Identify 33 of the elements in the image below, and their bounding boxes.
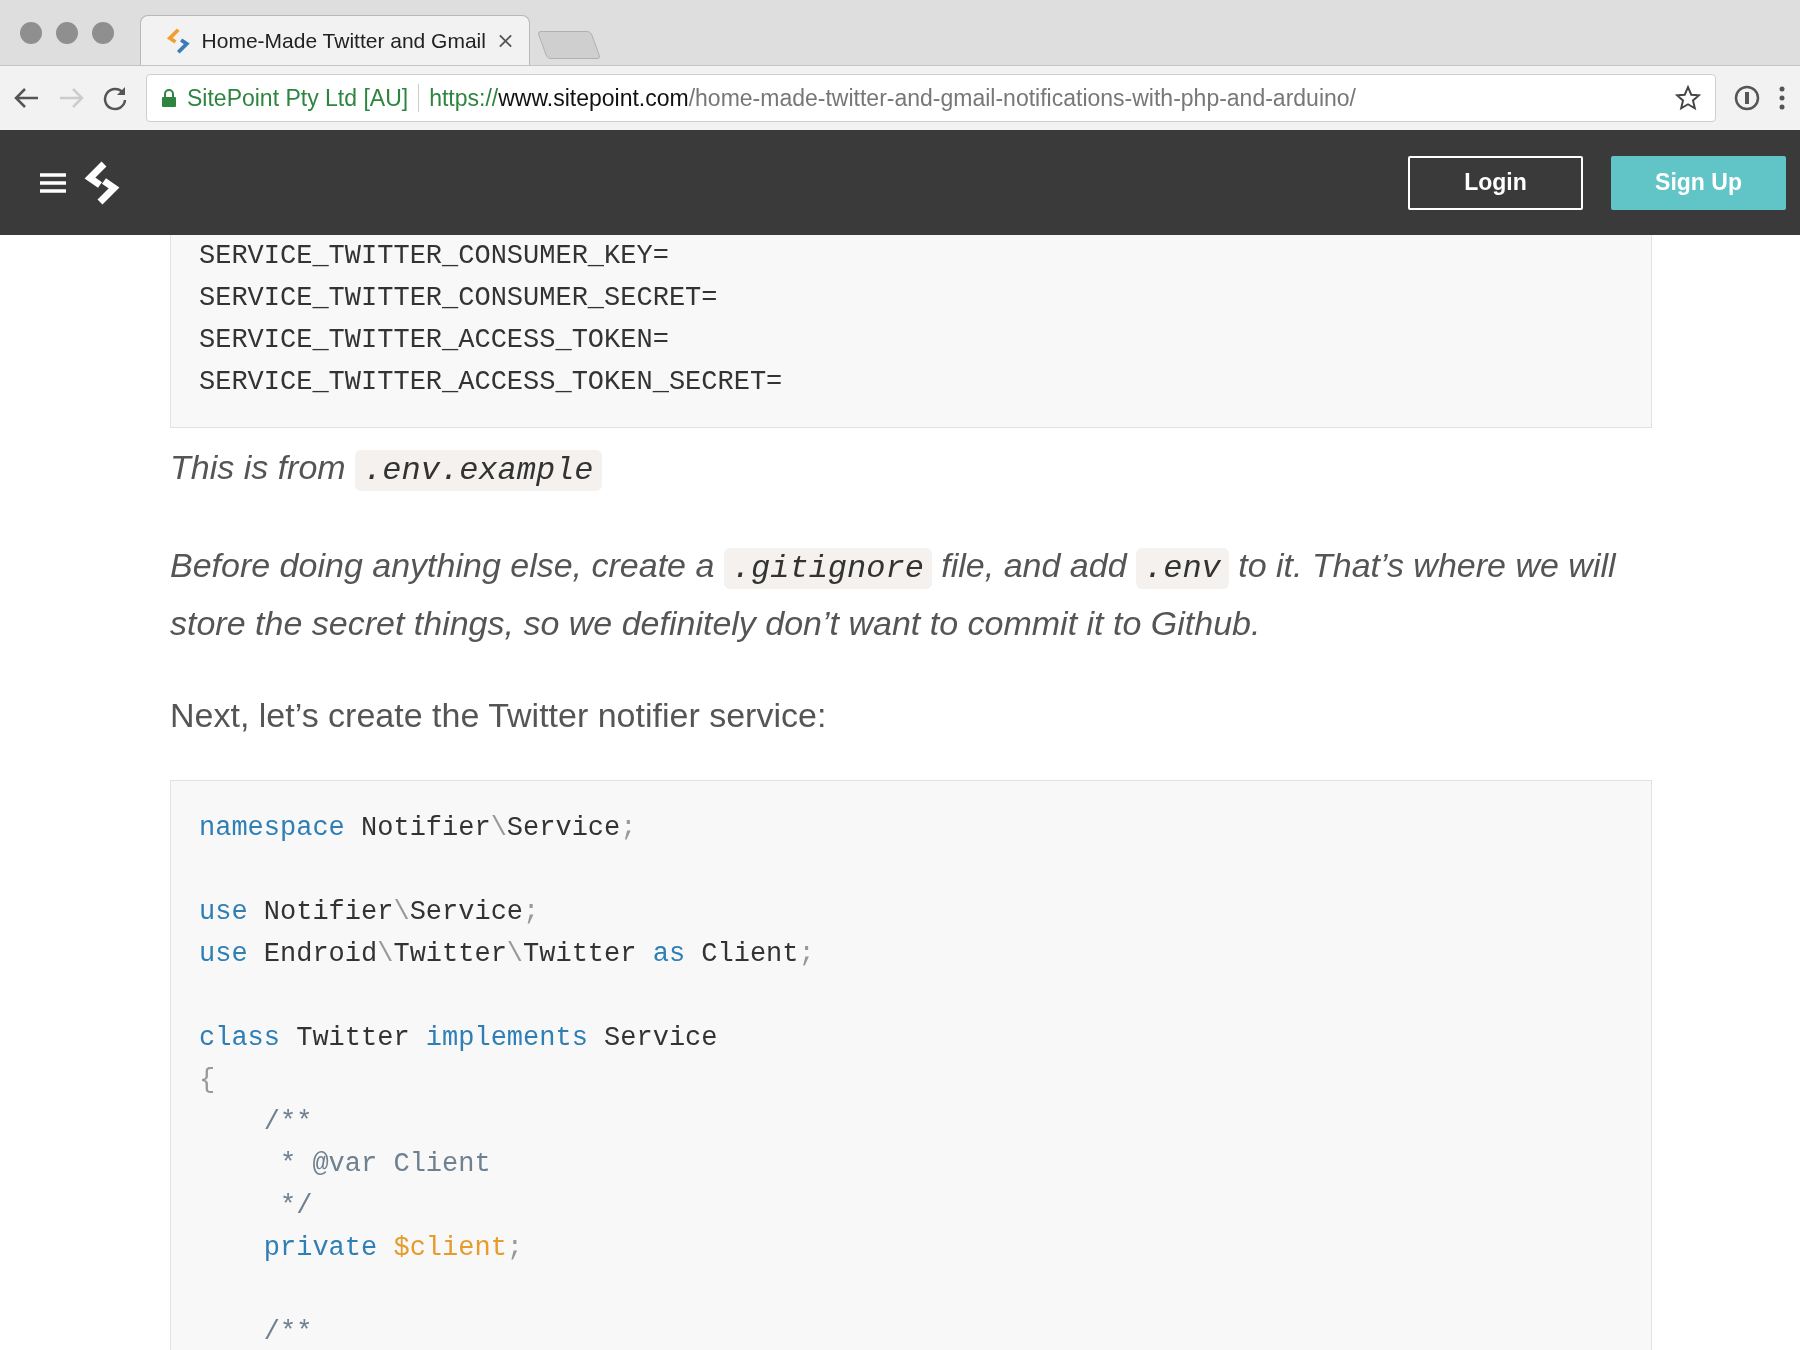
code-line: /** [262,1316,314,1349]
paragraph: This is from .env.example [170,440,1652,498]
url-text: https://www.sitepoint.com/home-made-twitter-and-gmail-notifications-with-php-and-arduino/ [429,84,1356,112]
code-line: SERVICE_TWITTER_ACCESS_TOKEN= [199,324,670,357]
code-line: namespace Notifier\Service; [199,812,638,845]
code-line: class Twitter implements Service [199,1022,719,1055]
code-line: SERVICE_TWITTER_CONSUMER_KEY= [199,240,670,273]
more-icon[interactable] [1778,86,1786,110]
star-icon[interactable] [1675,85,1701,111]
code-line: SERVICE_TWITTER_CONSUMER_SECRET= [199,282,719,315]
tab-title: Home-Made Twitter and Gmail [201,28,486,53]
browser-tab[interactable]: Home-Made Twitter and Gmail [140,15,530,65]
site-owner: SitePoint Pty Ltd [AU] [187,84,409,112]
reload-icon[interactable] [102,85,128,111]
lock-icon [161,88,177,108]
site-logo-icon [167,27,190,54]
menu-icon[interactable] [40,172,66,193]
address-bar[interactable]: SitePoint Pty Ltd [AU] https://www.sitepoint.com/home-made-twitter-and-gmail-notifications-with-php-and-arduino/ [146,74,1716,122]
paragraph: Before doing anything else, create a .gitignore file, and add .env to it. That’s where we will store the secret things, so we definitely don’t want to commit it to Github. [170,545,1618,644]
code-line: use Notifier\Service; [199,896,541,929]
paragraph: Next, let’s create the Twitter notifier service: [170,695,828,736]
extension-icon[interactable] [1734,85,1760,111]
code-line: { [199,1064,217,1097]
site-logo-icon[interactable] [84,160,120,205]
code-line: * @var Client [279,1148,492,1181]
back-icon[interactable] [14,87,40,109]
code-line: private $client; [262,1232,525,1265]
login-button[interactable]: Login [1408,155,1583,210]
code-line: /** [262,1106,314,1139]
code-line: */ [279,1190,314,1223]
code-line: use Endroid\Twitter\Twitter as Client; [199,938,816,971]
close-icon[interactable] [497,32,513,49]
code-line: SERVICE_TWITTER_ACCESS_TOKEN_SECRET= [199,366,784,399]
